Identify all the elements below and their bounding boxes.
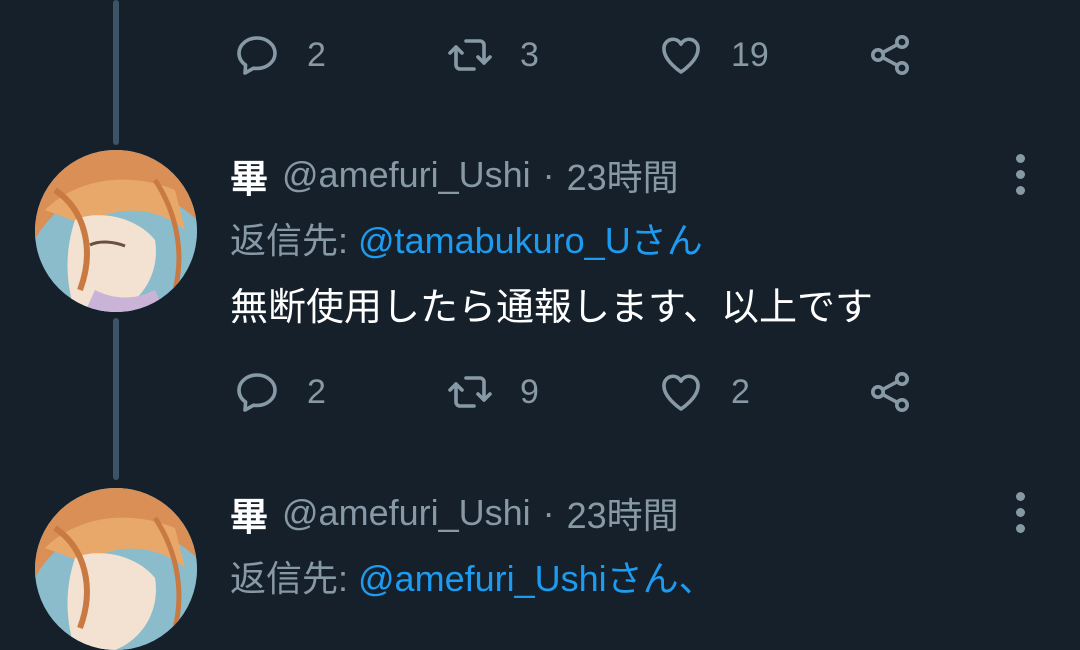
more-icon: [1015, 153, 1025, 163]
separator-dot: ·: [542, 492, 555, 533]
share-icon: [871, 35, 909, 75]
retweet-count: 9: [520, 372, 539, 411]
like-count: 19: [731, 35, 769, 74]
retweet-icon: [448, 376, 492, 408]
tweet-header: 畢 @amefuri_Ushi · 23時間: [230, 486, 679, 541]
replying-prefix: 返信先:: [230, 558, 359, 599]
replying-mention-link[interactable]: @tamabukuro_U: [358, 220, 631, 261]
user-handle[interactable]: @amefuri_Ushi: [282, 492, 531, 534]
reply-count: 2: [307, 372, 326, 411]
tweet-actions-previous: 2 3 19: [0, 25, 1080, 85]
reply-count: 2: [307, 35, 326, 74]
retweet-count: 3: [520, 35, 539, 74]
share-button[interactable]: [866, 362, 914, 422]
more-options-button[interactable]: [1002, 484, 1038, 540]
more-options-button[interactable]: [1002, 146, 1038, 202]
like-button[interactable]: 19: [657, 25, 769, 85]
more-icon-dot: [1015, 185, 1025, 195]
reply-button[interactable]: 2: [233, 362, 326, 422]
avatar[interactable]: [35, 488, 197, 650]
separator-dot: ·: [542, 154, 555, 195]
replying-to: 返信先: @amefuri_Ushiさん、: [230, 550, 715, 602]
share-icon: [871, 372, 909, 412]
like-button[interactable]: 2: [657, 362, 750, 422]
avatar-image: [35, 150, 197, 312]
tweet-text: 無断使用したら通報します、以上です: [230, 285, 873, 329]
avatar[interactable]: [35, 150, 197, 312]
like-icon: [662, 37, 700, 74]
avatar-image: [35, 488, 197, 650]
reply-icon: [237, 36, 277, 75]
more-icon: [1015, 491, 1025, 501]
replying-suffix: さん、: [606, 558, 715, 599]
like-icon: [662, 374, 700, 411]
display-name[interactable]: 畢: [230, 148, 268, 203]
more-icon-dot: [1015, 169, 1025, 179]
replying-to: 返信先: @tamabukuro_Uさん: [230, 212, 703, 264]
display-name[interactable]: 畢: [230, 486, 268, 541]
tweet-actions: 2 9 2: [0, 362, 1080, 422]
timestamp[interactable]: 23時間: [567, 487, 679, 539]
like-count: 2: [731, 372, 750, 411]
reply-icon: [237, 373, 277, 412]
timestamp[interactable]: 23時間: [567, 149, 679, 201]
retweet-button[interactable]: 9: [446, 362, 539, 422]
replying-prefix: 返信先:: [230, 220, 359, 261]
more-icon-dot: [1015, 507, 1025, 517]
tweet-header: 畢 @amefuri_Ushi · 23時間: [230, 148, 679, 203]
reply-button[interactable]: 2: [233, 25, 326, 85]
replying-mention-link[interactable]: @amefuri_Ushi: [358, 558, 607, 599]
retweet-icon: [448, 39, 492, 71]
share-button[interactable]: [866, 25, 914, 85]
replying-suffix: さん: [630, 220, 703, 261]
retweet-button[interactable]: 3: [446, 25, 539, 85]
user-handle[interactable]: @amefuri_Ushi: [282, 154, 531, 196]
more-icon-dot: [1015, 523, 1025, 533]
